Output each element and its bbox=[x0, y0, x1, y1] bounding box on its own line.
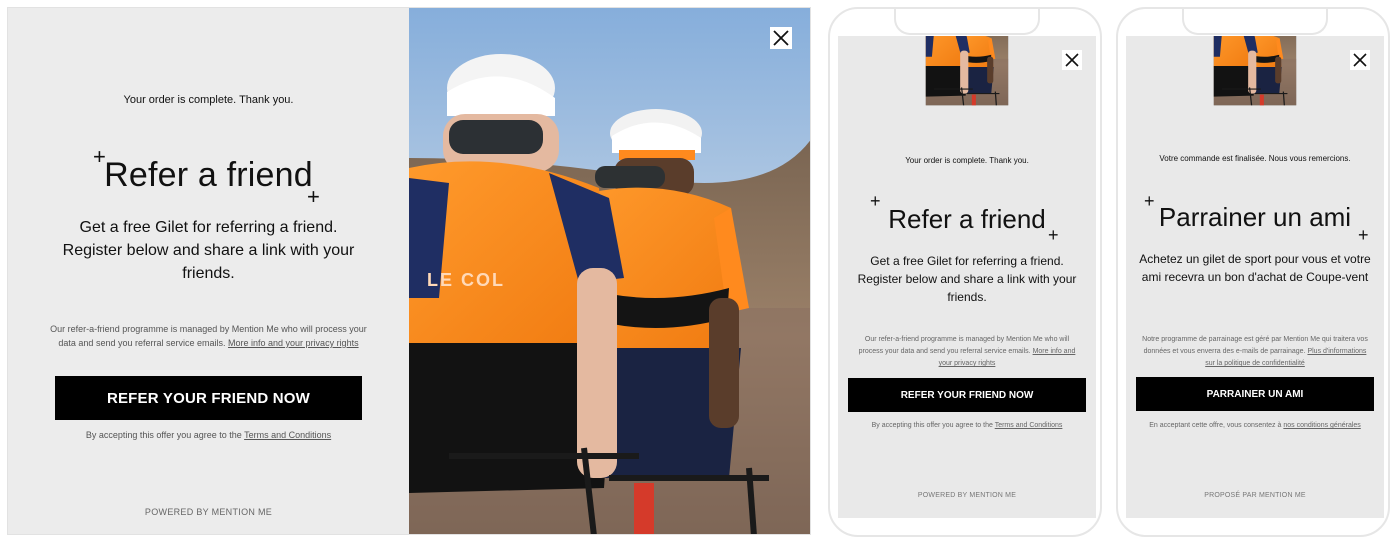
close-button[interactable] bbox=[770, 27, 792, 49]
refer-friend-button[interactable]: REFER YOUR FRIEND NOW bbox=[55, 376, 362, 420]
order-confirmation-text: Your order is complete. Thank you. bbox=[905, 156, 1029, 165]
offer-description: Get a free Gilet for referring a friend.… bbox=[62, 219, 355, 282]
privacy-notice: Our refer-a-friend programme is managed … bbox=[48, 322, 369, 350]
mobile-screen: Your order is complete. Thank you. + Ref… bbox=[838, 36, 1096, 518]
terms-link[interactable]: Terms and Conditions bbox=[995, 422, 1063, 429]
terms-link[interactable]: Terms and Conditions bbox=[244, 430, 331, 440]
referral-modal-desktop: Your order is complete. Thank you. + Ref… bbox=[7, 7, 811, 535]
terms-notice-text: By accepting this offer you agree to the bbox=[85, 430, 242, 440]
privacy-notice: Our refer-a-friend programme is managed … bbox=[854, 334, 1080, 370]
refer-friend-button[interactable]: REFER YOUR FRIEND NOW bbox=[848, 378, 1086, 412]
plus-icon: + bbox=[1358, 225, 1369, 245]
mobile-screen: Votre commande est finalisée. Nous vous … bbox=[1126, 36, 1384, 518]
cyclists-illustration bbox=[838, 36, 1096, 144]
terms-notice: En acceptant cette offre, vous consentez… bbox=[1142, 420, 1368, 431]
powered-by-label: POWERED BY MENTION ME bbox=[917, 492, 1017, 499]
plus-icon: + bbox=[1048, 225, 1059, 245]
refer-friend-button[interactable]: PARRAINER UN AMI bbox=[1136, 377, 1374, 411]
cyclists-illustration bbox=[1126, 36, 1384, 144]
terms-notice: By accepting this offer you agree to the… bbox=[854, 420, 1080, 431]
phone-notch bbox=[1182, 9, 1328, 35]
page-title: Refer a friend bbox=[104, 156, 313, 194]
cyclists-photo bbox=[1126, 36, 1384, 144]
mobile-preview-english: Your order is complete. Thank you. + Ref… bbox=[828, 7, 1102, 537]
terms-notice: By accepting this offer you agree to the… bbox=[8, 430, 409, 440]
terms-notice-text: By accepting this offer you agree to the bbox=[871, 422, 993, 429]
powered-by-label: PROPOSÉ PAR MENTION ME bbox=[1204, 492, 1306, 499]
close-button[interactable] bbox=[1062, 50, 1082, 70]
order-confirmation-text: Votre commande est finalisée. Nous vous … bbox=[1159, 154, 1351, 163]
plus-icon: + bbox=[307, 184, 320, 209]
mobile-preview-french: Votre commande est finalisée. Nous vous … bbox=[1116, 7, 1390, 537]
cyclists-photo bbox=[838, 36, 1096, 144]
offer-description: Achetez un gilet de sport pour vous et v… bbox=[1139, 252, 1371, 284]
modal-content-panel: Your order is complete. Thank you. + Ref… bbox=[8, 8, 409, 534]
terms-notice-text: En acceptant cette offre, vous consentez… bbox=[1149, 422, 1282, 429]
jersey-logo: LE COL bbox=[427, 270, 505, 290]
close-icon bbox=[1353, 53, 1367, 67]
order-confirmation-text: Your order is complete. Thank you. bbox=[123, 94, 294, 106]
phone-notch bbox=[894, 9, 1040, 35]
privacy-notice: Notre programme de parrainage est géré p… bbox=[1142, 334, 1368, 370]
powered-by-label: POWERED BY MENTION ME bbox=[144, 507, 273, 517]
privacy-info-link[interactable]: More info and your privacy rights bbox=[228, 338, 359, 348]
close-icon bbox=[773, 30, 789, 46]
offer-description: Get a free Gilet for referring a friend.… bbox=[857, 254, 1077, 304]
close-icon bbox=[1065, 53, 1079, 67]
cyclists-photo: LE COL bbox=[409, 8, 811, 535]
page-title: Parrainer un ami bbox=[1158, 202, 1352, 232]
terms-link[interactable]: nos conditions générales bbox=[1283, 422, 1360, 429]
close-button[interactable] bbox=[1350, 50, 1370, 70]
